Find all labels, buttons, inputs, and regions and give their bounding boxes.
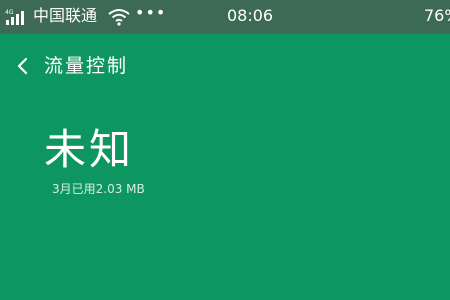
page-title: 流量控制 [44, 55, 129, 77]
svg-text:4G: 4G [5, 9, 14, 16]
monthly-usage-note: 3月已用2.03 MB [52, 182, 145, 196]
battery-level: 76% [424, 6, 450, 25]
chevron-left-icon[interactable] [8, 52, 36, 80]
carrier-name: 中国联通 [33, 6, 98, 25]
title-bar: 流量控制 [0, 34, 450, 96]
usage-value: 未知 [44, 125, 135, 174]
signal-icon: 4G [5, 9, 24, 25]
flow-control-screen: 4G 中国联通 ••• 08:06 76% 流量控制 未知 3月已用2.03 M… [0, 0, 450, 300]
more-notifications-indicator: ••• [135, 3, 167, 22]
status-time: 08:06 [227, 6, 274, 25]
status-bar: 4G 中国联通 ••• 08:06 76% [0, 0, 450, 34]
wifi-icon [108, 9, 130, 26]
